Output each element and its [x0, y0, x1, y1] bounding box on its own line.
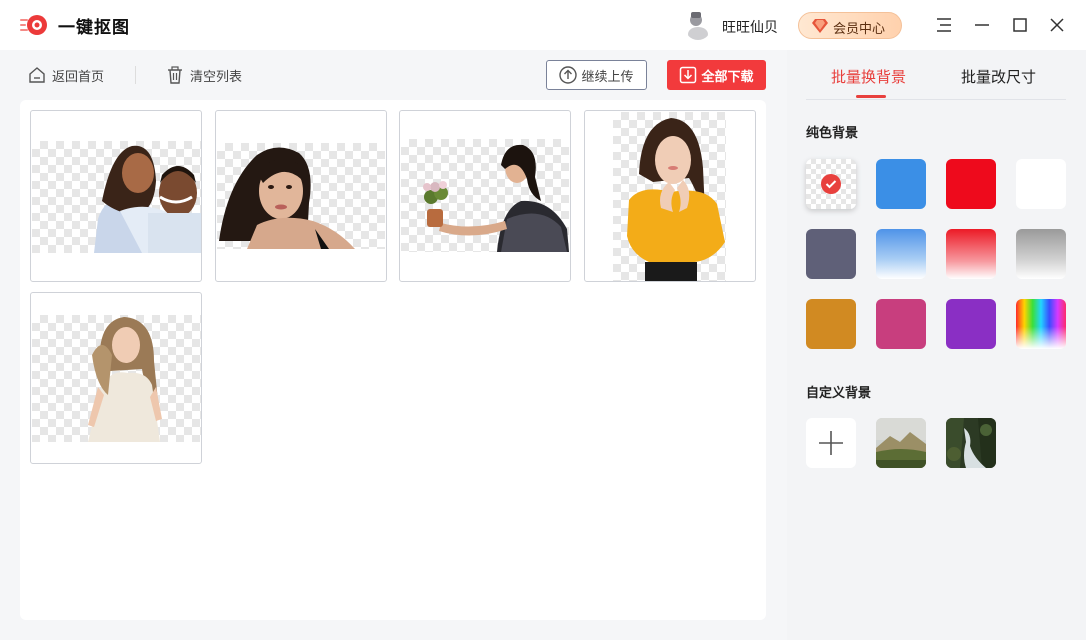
home-icon: [29, 67, 45, 83]
menu-icon[interactable]: [933, 14, 955, 36]
download-all-label: 全部下载: [701, 68, 754, 84]
swatch-blue[interactable]: [876, 159, 926, 209]
tab-batch-resize[interactable]: 批量改尺寸: [961, 66, 1036, 87]
swatch-rainbow[interactable]: [1016, 299, 1066, 349]
cutout-image: [219, 147, 355, 249]
swatch-gray-gradient[interactable]: [1016, 229, 1066, 279]
image-thumbnail-1[interactable]: [30, 110, 202, 282]
swatch-purple[interactable]: [946, 299, 996, 349]
username[interactable]: 旺旺仙贝: [722, 17, 778, 37]
solid-background-title: 纯色背景: [806, 125, 859, 140]
vip-center-label: 会员中心: [833, 21, 886, 36]
app-logo-icon: [20, 15, 47, 35]
custom-background-title: 自定义背景: [806, 385, 872, 400]
cutout-image: [94, 145, 201, 253]
download-all-button[interactable]: 全部下载: [667, 60, 766, 90]
clear-list-button[interactable]: 清空列表: [166, 64, 242, 86]
swatch-amber[interactable]: [806, 299, 856, 349]
swatch-magenta[interactable]: [876, 299, 926, 349]
vip-center-button[interactable]: 会员中心: [798, 12, 902, 39]
back-home-label: 返回首页: [52, 68, 105, 84]
app-title: 一键抠图: [58, 18, 130, 37]
selected-check-icon: [821, 174, 841, 194]
add-custom-background-button[interactable]: [806, 418, 856, 468]
tab-divider: [806, 99, 1066, 100]
toolbar-divider: [135, 66, 136, 84]
back-home-button[interactable]: 返回首页: [28, 64, 104, 86]
clear-list-label: 清空列表: [190, 68, 243, 84]
maximize-icon[interactable]: [1009, 14, 1031, 36]
trash-icon: [168, 66, 182, 84]
image-thumbnail-3[interactable]: [399, 110, 571, 282]
continue-upload-label: 继续上传: [581, 68, 634, 84]
swatch-red-gradient[interactable]: [946, 229, 996, 279]
avatar[interactable]: [684, 10, 712, 40]
image-thumbnail-5[interactable]: [30, 292, 202, 464]
close-icon[interactable]: [1046, 14, 1068, 36]
swatch-red[interactable]: [946, 159, 996, 209]
continue-upload-button[interactable]: 继续上传: [546, 60, 647, 90]
avatar-image: [684, 10, 712, 40]
waterfall-landscape-image: [946, 418, 996, 468]
cutout-image: [88, 317, 162, 442]
custom-background-mountain[interactable]: [876, 418, 926, 468]
image-list: [20, 100, 766, 620]
minimize-icon[interactable]: [971, 14, 993, 36]
swatch-transparent[interactable]: [806, 159, 856, 209]
active-tab-indicator: [856, 95, 886, 98]
swatch-blue-gradient[interactable]: [876, 229, 926, 279]
swatch-slate[interactable]: [806, 229, 856, 279]
swatch-white[interactable]: [1016, 159, 1066, 209]
image-thumbnail-2[interactable]: [215, 110, 387, 282]
cutout-image: [423, 144, 569, 252]
title-bar: 一键抠图 旺旺仙贝 会员中心: [0, 0, 1086, 50]
custom-background-waterfall[interactable]: [946, 418, 996, 468]
image-thumbnail-4[interactable]: [584, 110, 756, 282]
upload-icon: [559, 66, 578, 84]
cutout-image: [627, 118, 725, 281]
tab-batch-background[interactable]: 批量换背景: [831, 66, 906, 87]
plus-icon: [819, 431, 843, 455]
download-icon: [680, 66, 697, 84]
mountain-landscape-image: [876, 418, 926, 468]
diamond-icon: [812, 19, 828, 33]
